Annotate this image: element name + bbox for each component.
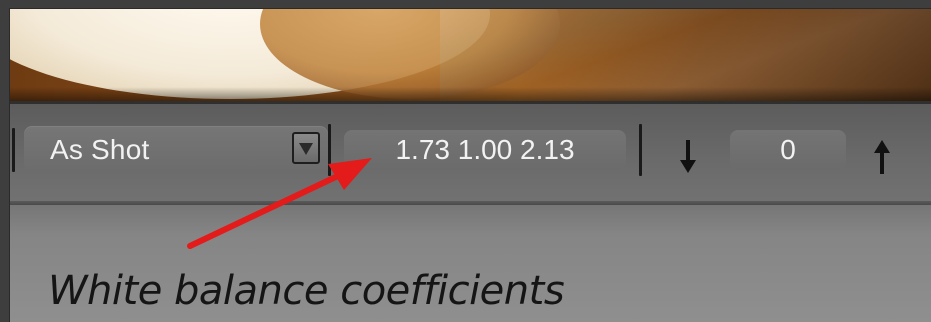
annotation-caption: White balance coefficients [48,268,565,314]
